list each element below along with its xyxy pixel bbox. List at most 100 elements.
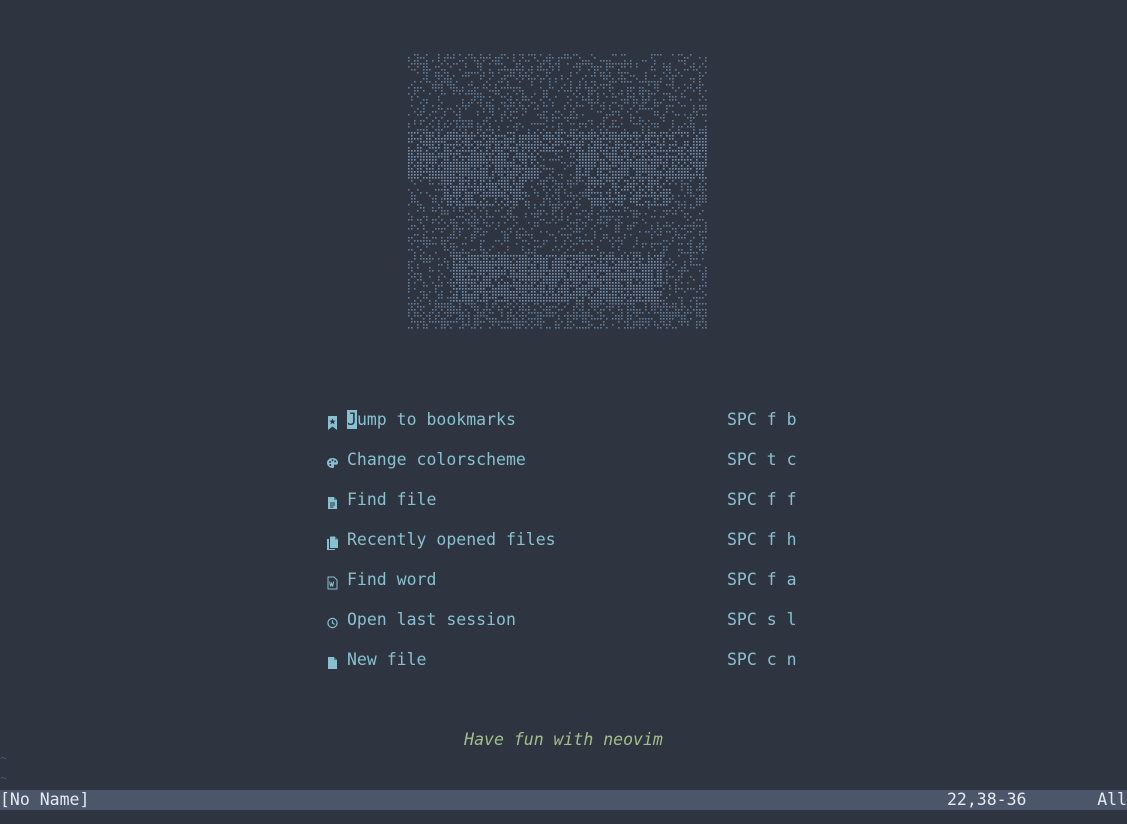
- banner-dot: [699, 243, 701, 245]
- banner-dot: [474, 171, 476, 173]
- banner-dot: [453, 168, 455, 170]
- banner-dot: [636, 324, 638, 326]
- banner-dot: [615, 267, 617, 269]
- banner-dot: [417, 174, 419, 176]
- banner-dot: [468, 294, 470, 296]
- banner-dot: [417, 87, 419, 89]
- banner-dot: [513, 150, 515, 152]
- menu-item-new-file[interactable]: New file SPC c n: [326, 648, 806, 688]
- banner-dot: [441, 198, 443, 200]
- banner-dot: [696, 69, 698, 71]
- banner-dot: [633, 177, 635, 179]
- banner-dot: [474, 186, 476, 188]
- banner-dot: [429, 153, 431, 155]
- banner-dot: [507, 264, 509, 266]
- banner-dot: [648, 258, 650, 260]
- banner-dot: [570, 192, 572, 194]
- banner-dot: [465, 294, 467, 296]
- banner-dot: [414, 183, 416, 185]
- menu-item-change-colorscheme[interactable]: Change colorscheme SPC t c: [326, 448, 806, 488]
- banner-dot: [675, 231, 677, 233]
- banner-dot: [519, 261, 521, 263]
- banner-dot: [411, 219, 413, 221]
- banner-dot: [648, 267, 650, 269]
- banner-dot: [513, 216, 515, 218]
- banner-dot: [441, 237, 443, 239]
- banner-dot: [531, 264, 533, 266]
- banner-dot: [684, 69, 686, 71]
- banner-dot: [510, 216, 512, 218]
- banner-dot: [603, 87, 605, 89]
- menu-item-jump-to-bookmarks[interactable]: Jump to bookmarks SPC f b: [326, 408, 806, 448]
- banner-dot: [657, 327, 659, 329]
- banner-dot: [663, 189, 665, 191]
- banner-dot: [663, 162, 665, 164]
- banner-dot: [447, 159, 449, 161]
- banner-dot: [441, 93, 443, 95]
- banner-dot: [603, 285, 605, 287]
- banner-dot: [609, 177, 611, 179]
- banner-dot: [699, 198, 701, 200]
- banner-dot: [642, 285, 644, 287]
- banner-dot: [591, 189, 593, 191]
- banner-dot: [510, 105, 512, 107]
- banner-dot: [690, 225, 692, 227]
- banner-dot: [441, 303, 443, 305]
- banner-dot: [441, 102, 443, 104]
- banner-dot: [477, 261, 479, 263]
- banner-dot: [576, 102, 578, 104]
- banner-dot: [555, 138, 557, 140]
- banner-dot: [531, 252, 533, 254]
- banner-dot: [627, 207, 629, 209]
- banner-dot: [681, 171, 683, 173]
- banner-dot: [513, 171, 515, 173]
- banner-dot: [633, 180, 635, 182]
- menu-item-recently-opened-files[interactable]: Recently opened files SPC f h: [326, 528, 806, 568]
- banner-dot: [492, 204, 494, 206]
- banner-dot: [603, 294, 605, 296]
- banner-dot: [663, 141, 665, 143]
- banner-dot: [435, 90, 437, 92]
- banner-dot: [429, 144, 431, 146]
- banner-dot: [522, 105, 524, 107]
- banner-dot: [450, 315, 452, 317]
- banner-dot: [633, 321, 635, 323]
- banner-dot: [432, 282, 434, 284]
- banner-dot: [672, 240, 674, 242]
- banner-dot: [489, 270, 491, 272]
- banner-dot: [543, 159, 545, 161]
- banner-dot: [654, 135, 656, 137]
- banner-dot: [552, 57, 554, 59]
- banner-dot: [411, 141, 413, 143]
- banner-dot: [567, 249, 569, 251]
- banner-dot: [447, 225, 449, 227]
- banner-dot: [408, 159, 410, 161]
- menu-item-open-last-session[interactable]: Open last session SPC s l: [326, 608, 806, 648]
- banner-dot: [489, 273, 491, 275]
- banner-dot: [597, 183, 599, 185]
- banner-dot: [549, 174, 551, 176]
- banner-dot: [690, 306, 692, 308]
- banner-dot: [666, 276, 668, 278]
- banner-dot: [480, 75, 482, 77]
- banner-dot: [600, 105, 602, 107]
- banner-dot: [510, 141, 512, 143]
- banner-dot: [597, 141, 599, 143]
- menu-item-find-word[interactable]: Find word SPC f a: [326, 568, 806, 608]
- banner-dot: [453, 57, 455, 59]
- banner-dot: [471, 90, 473, 92]
- banner-dot: [612, 138, 614, 140]
- banner-dot: [408, 285, 410, 287]
- banner-dot: [420, 249, 422, 251]
- banner-dot: [624, 162, 626, 164]
- banner-dot: [546, 258, 548, 260]
- banner-dot: [684, 60, 686, 62]
- banner-dot: [669, 138, 671, 140]
- menu-item-find-file[interactable]: Find file SPC f f: [326, 488, 806, 528]
- banner-dot: [528, 174, 530, 176]
- banner-dot: [582, 243, 584, 245]
- banner-dot: [459, 120, 461, 122]
- banner-dot: [696, 141, 698, 143]
- banner-dot: [495, 162, 497, 164]
- banner-dot: [474, 291, 476, 293]
